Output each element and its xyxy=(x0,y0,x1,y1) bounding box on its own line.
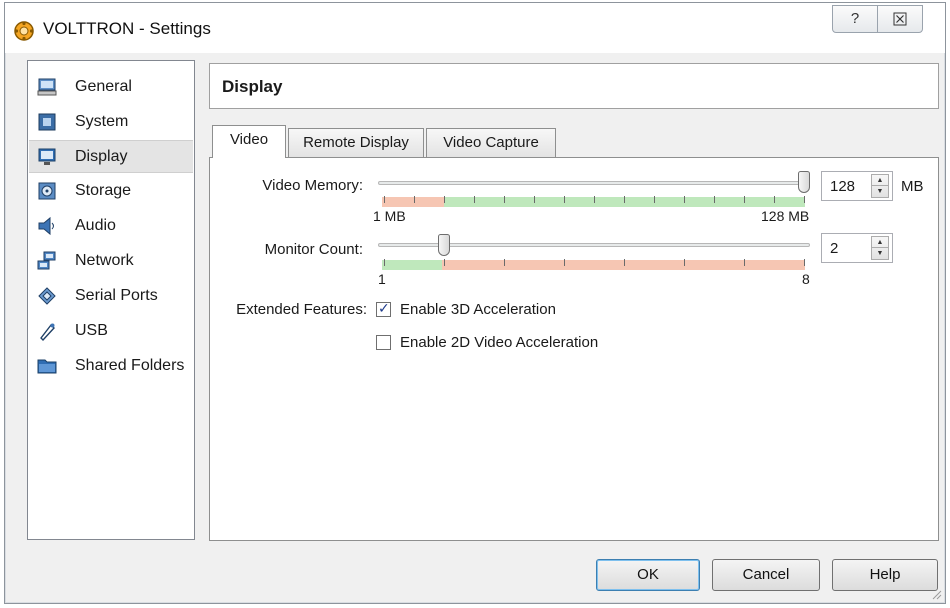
help-title-button[interactable]: ? xyxy=(832,5,878,33)
sidebar-item-usb[interactable]: USB xyxy=(29,315,193,348)
sidebar-item-label: System xyxy=(75,113,129,130)
monitor-count-range-bar xyxy=(382,260,805,270)
slider-tick-mark xyxy=(384,259,385,266)
monitor-count-min-label: 1 xyxy=(378,271,386,287)
sidebar-item-label: Display xyxy=(75,148,128,165)
checkmark-icon: ✓ xyxy=(378,300,390,316)
sidebar-item-label: Audio xyxy=(75,217,116,234)
sidebar-item-label: Network xyxy=(75,252,134,269)
video-memory-unit: MB xyxy=(901,178,924,195)
enable-3d-acceleration-label[interactable]: Enable 3D Acceleration xyxy=(400,301,556,318)
slider-tick-mark xyxy=(774,196,775,203)
tab-video[interactable]: Video xyxy=(212,125,286,158)
sidebar-item-label: Storage xyxy=(75,182,132,199)
disk-icon xyxy=(37,181,57,201)
slider-tick-mark xyxy=(684,259,685,266)
usb-icon xyxy=(37,321,57,342)
sidebar-item-storage[interactable]: Storage xyxy=(29,175,193,208)
video-memory-spin-buttons[interactable]: ▲ ▼ xyxy=(871,174,889,198)
video-memory-min-label: 1 MB xyxy=(373,208,406,224)
monitor-count-spin-buttons[interactable]: ▲ ▼ xyxy=(871,236,889,260)
window-title: VOLTTRON - Settings xyxy=(43,19,211,38)
enable-2d-video-acceleration-label[interactable]: Enable 2D Video Acceleration xyxy=(400,334,598,351)
slider-tick-mark xyxy=(534,196,535,203)
slider-tick-mark xyxy=(504,259,505,266)
sidebar-item-label: USB xyxy=(75,322,108,339)
tab-remote-display[interactable]: Remote Display xyxy=(288,128,424,157)
spin-up-icon[interactable]: ▲ xyxy=(872,175,888,186)
sidebar-item-audio[interactable]: Audio xyxy=(29,210,193,243)
video-memory-slider-track[interactable] xyxy=(378,181,810,185)
monitor-count-slider-handle[interactable] xyxy=(438,234,451,256)
sidebar-item-system[interactable]: System xyxy=(29,106,193,139)
slider-tick-mark xyxy=(624,196,625,203)
slider-tick-mark xyxy=(564,196,565,203)
slider-tick-mark xyxy=(804,259,805,266)
slider-tick-mark xyxy=(504,196,505,203)
slider-tick-mark xyxy=(414,196,415,203)
speaker-icon xyxy=(37,216,57,236)
monitor-icon xyxy=(37,77,57,97)
slider-tick-mark xyxy=(444,196,445,203)
slider-tick-mark xyxy=(564,259,565,266)
slider-tick-mark xyxy=(654,196,655,203)
sidebar-item-shared-folders[interactable]: Shared Folders xyxy=(29,350,193,383)
enable-3d-acceleration-checkbox[interactable]: ✓ xyxy=(376,300,391,317)
slider-tick-mark xyxy=(684,196,685,203)
settings-dialog: VOLTTRON - Settings ? General System Dis… xyxy=(4,2,946,604)
spin-up-icon[interactable]: ▲ xyxy=(872,237,888,248)
slider-tick-mark xyxy=(744,259,745,266)
cancel-button[interactable]: Cancel xyxy=(712,559,820,591)
sidebar-item-label: Shared Folders xyxy=(75,357,185,374)
video-memory-value[interactable]: 128 xyxy=(830,178,855,195)
close-button[interactable] xyxy=(877,5,923,33)
slider-tick-mark xyxy=(384,196,385,203)
extended-features-label: Extended Features: xyxy=(236,301,367,318)
sidebar-item-label: General xyxy=(75,78,132,95)
spin-down-icon[interactable]: ▼ xyxy=(872,186,888,197)
sidebar-item-network[interactable]: Network xyxy=(29,245,193,278)
sidebar-item-display[interactable]: Display xyxy=(29,140,193,173)
monitor-count-spinbox[interactable]: 2 ▲ ▼ xyxy=(821,233,893,263)
monitor-count-label: Monitor Count: xyxy=(264,241,363,258)
help-button[interactable]: Help xyxy=(832,559,938,591)
monitor-count-value[interactable]: 2 xyxy=(830,240,838,257)
slider-tick-mark xyxy=(474,196,475,203)
sidebar-item-label: Serial Ports xyxy=(75,287,158,304)
enable-2d-video-acceleration-checkbox[interactable] xyxy=(376,335,391,350)
page-header: Display xyxy=(209,63,939,109)
slider-tick-mark xyxy=(804,196,805,203)
spin-down-icon[interactable]: ▼ xyxy=(872,248,888,259)
video-memory-spinbox[interactable]: 128 ▲ ▼ xyxy=(821,171,893,201)
chip-icon xyxy=(37,112,57,132)
slider-tick-mark xyxy=(714,196,715,203)
folder-icon xyxy=(37,356,57,376)
slider-tick-mark xyxy=(444,259,445,266)
title-bar[interactable]: VOLTTRON - Settings xyxy=(5,3,945,53)
close-icon xyxy=(893,12,907,26)
network-icon xyxy=(37,251,57,271)
video-memory-slider-handle[interactable] xyxy=(798,171,810,193)
tab-video-capture[interactable]: Video Capture xyxy=(426,128,556,157)
video-memory-label: Video Memory: xyxy=(262,177,363,194)
serial-port-icon xyxy=(37,286,57,306)
settings-category-list[interactable]: General System Display Storage Audio Net… xyxy=(27,60,195,540)
resize-grip-icon[interactable] xyxy=(930,588,942,600)
ok-button[interactable]: OK xyxy=(596,559,700,591)
monitor-count-max-label: 8 xyxy=(802,271,810,287)
page-title: Display xyxy=(222,77,283,96)
slider-tick-mark xyxy=(594,196,595,203)
sidebar-item-general[interactable]: General xyxy=(29,71,193,104)
slider-tick-mark xyxy=(744,196,745,203)
video-memory-max-label: 128 MB xyxy=(761,208,810,224)
virtualbox-app-icon xyxy=(13,20,35,42)
sidebar-item-serial-ports[interactable]: Serial Ports xyxy=(29,280,193,313)
display-icon xyxy=(37,147,57,167)
slider-tick-mark xyxy=(624,259,625,266)
